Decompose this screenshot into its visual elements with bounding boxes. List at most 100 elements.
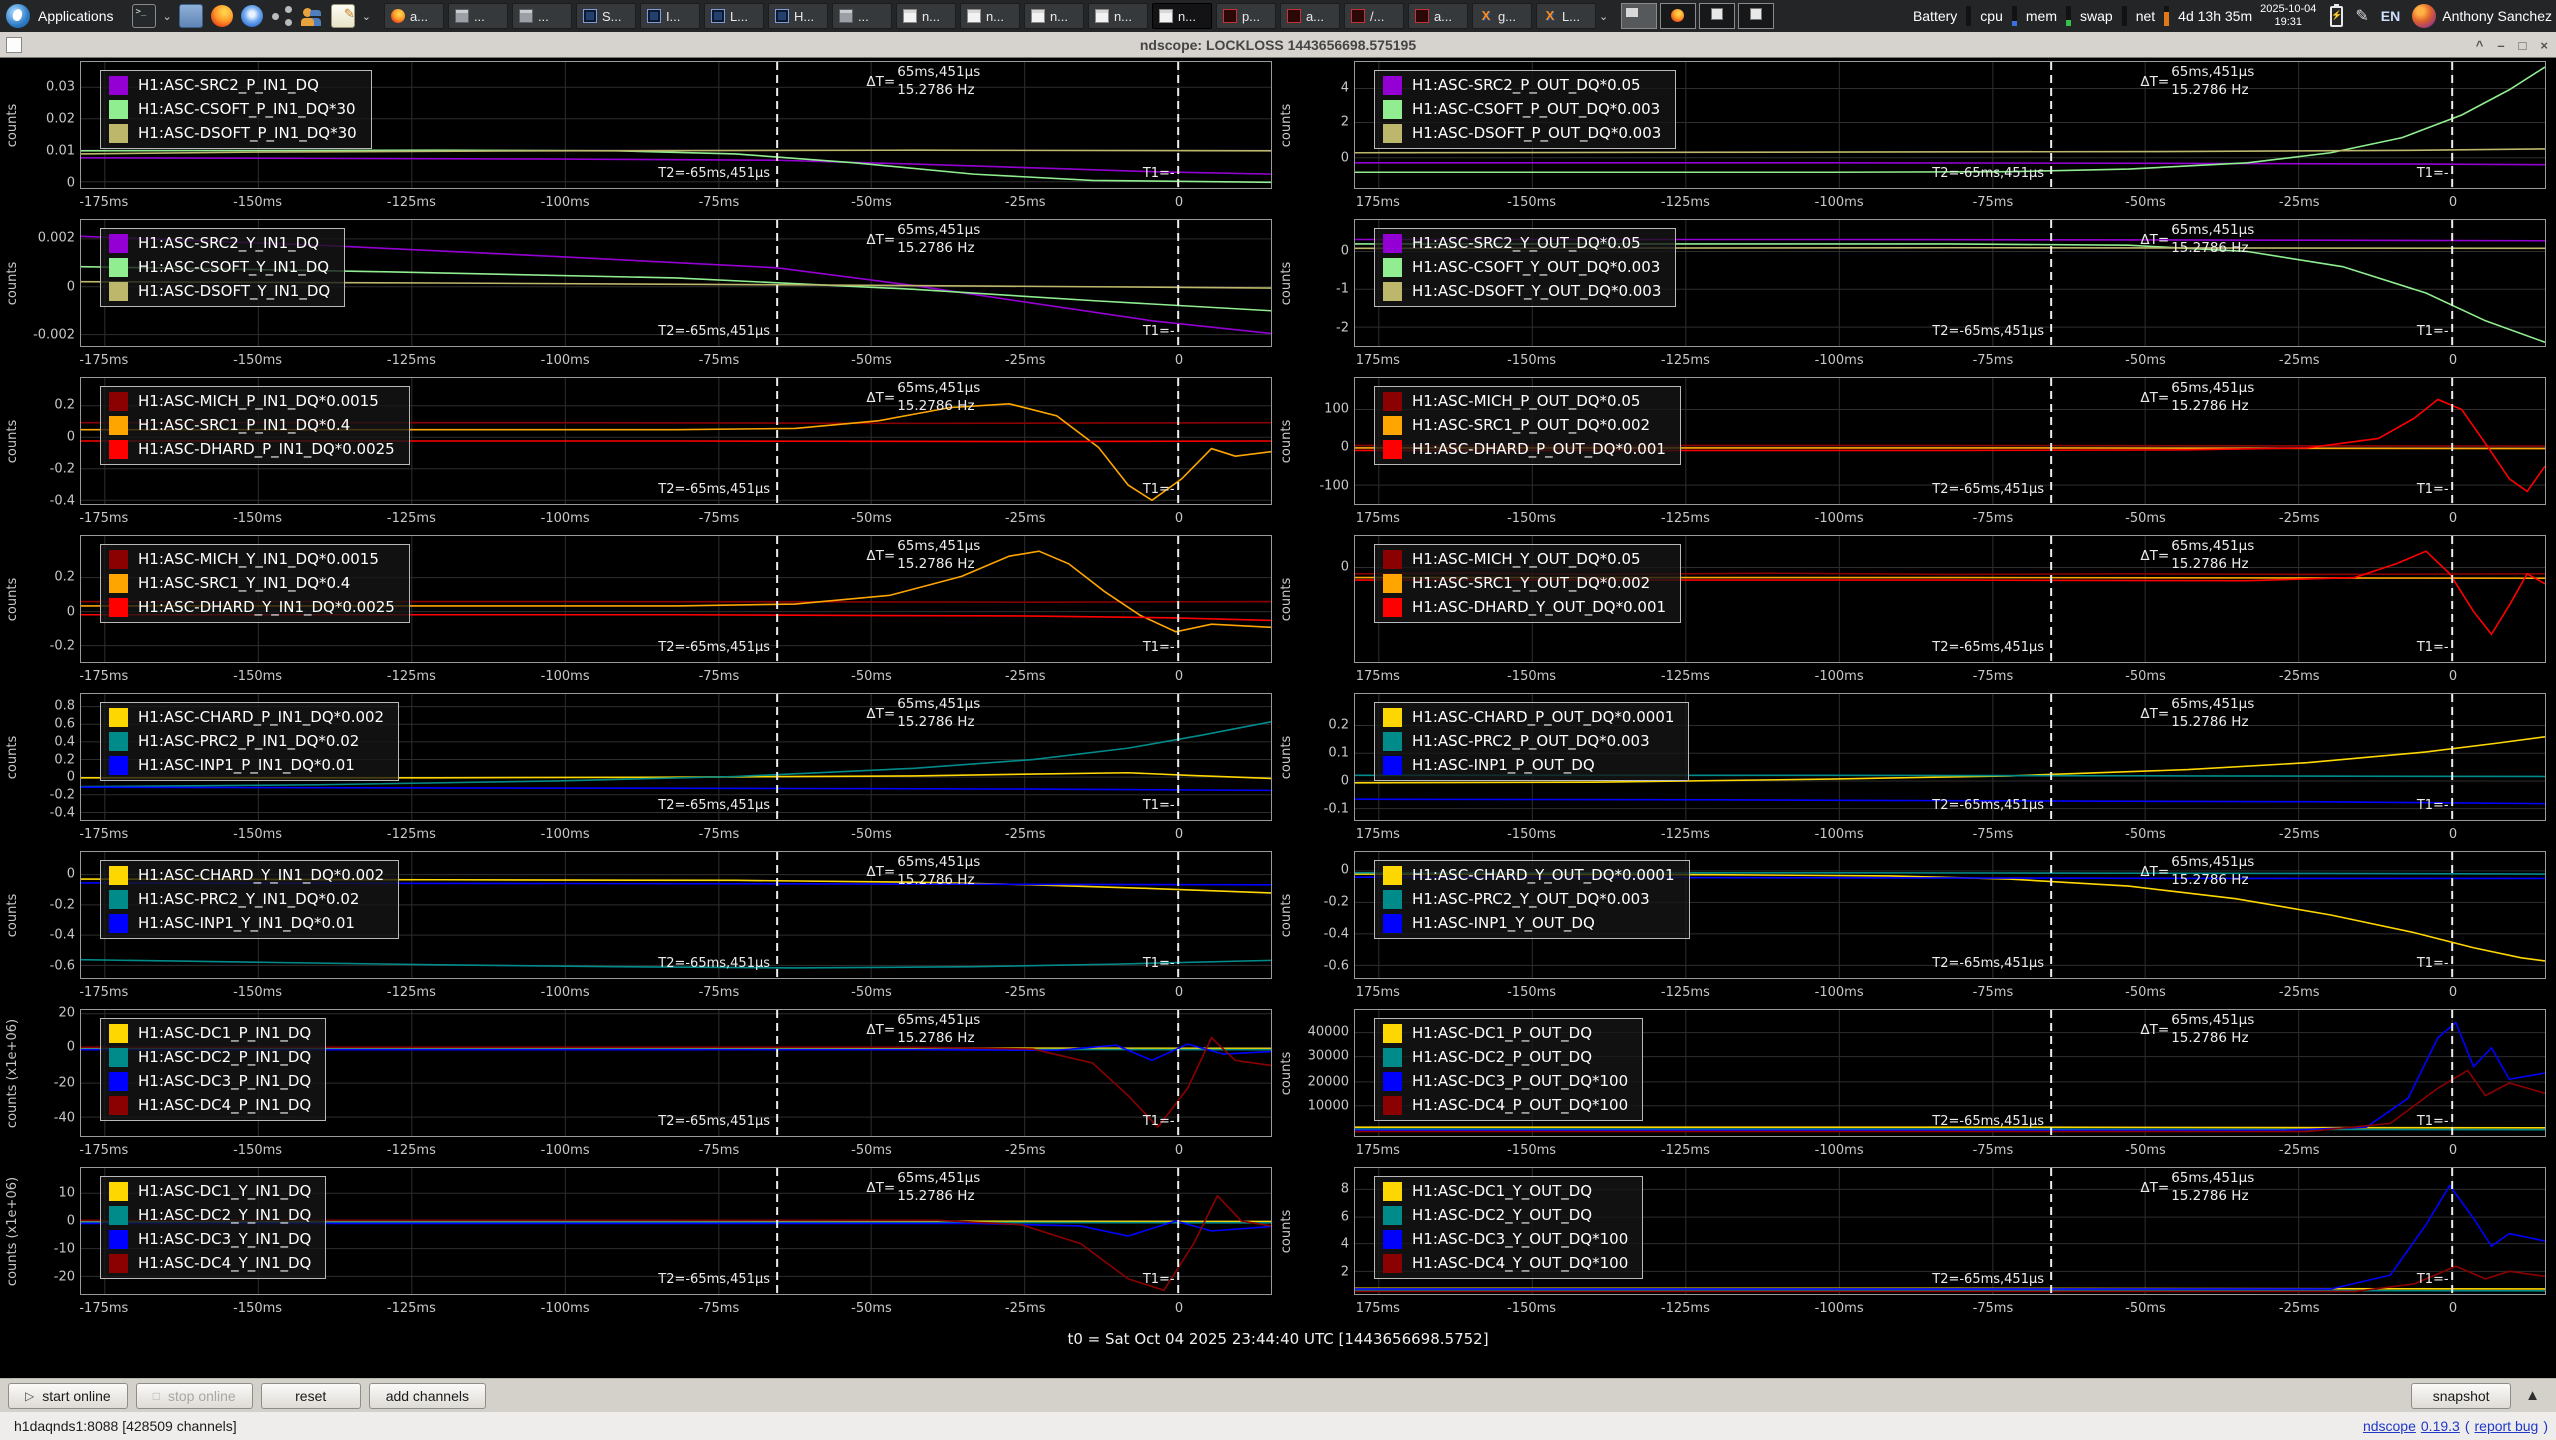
- legend-entry[interactable]: H1:ASC-DC1_P_OUT_DQ: [1383, 1023, 1628, 1043]
- plot-view[interactable]: H1:ASC-DC1_P_IN1_DQ H1:ASC-DC2_P_IN1_DQ H1…: [80, 1009, 1272, 1137]
- shade-button[interactable]: ^: [2476, 38, 2484, 53]
- close-button[interactable]: ×: [2540, 38, 2548, 53]
- plot-view[interactable]: H1:ASC-DC1_Y_IN1_DQ H1:ASC-DC2_Y_IN1_DQ H1…: [80, 1167, 1272, 1295]
- legend-entry[interactable]: H1:ASC-CSOFT_Y_OUT_DQ*0.003: [1383, 257, 1661, 277]
- legend-entry[interactable]: H1:ASC-DC3_Y_OUT_DQ*100: [1383, 1229, 1628, 1249]
- legend-entry[interactable]: H1:ASC-SRC1_P_OUT_DQ*0.002: [1383, 415, 1666, 435]
- legend-entry[interactable]: H1:ASC-DHARD_P_IN1_DQ*0.0025: [109, 439, 395, 459]
- plot-view[interactable]: H1:ASC-MICH_Y_OUT_DQ*0.05 H1:ASC-SRC1_Y_O…: [1354, 535, 2546, 663]
- legend-entry[interactable]: H1:ASC-DC4_P_IN1_DQ: [109, 1095, 311, 1115]
- legend-entry[interactable]: H1:ASC-INP1_P_IN1_DQ*0.01: [109, 755, 384, 775]
- legend-entry[interactable]: H1:ASC-DC2_Y_OUT_DQ: [1383, 1205, 1628, 1225]
- legend-entry[interactable]: H1:ASC-DC4_Y_OUT_DQ*100: [1383, 1253, 1628, 1273]
- user-avatar[interactable]: [2412, 4, 2437, 28]
- legend-entry[interactable]: H1:ASC-DC2_Y_IN1_DQ: [109, 1205, 311, 1225]
- snapshot-button[interactable]: snapshot: [2411, 1382, 2512, 1409]
- swap-label[interactable]: swap: [2080, 8, 2113, 24]
- legend-entry[interactable]: H1:ASC-SRC2_P_IN1_DQ: [109, 75, 357, 95]
- legend-entry[interactable]: H1:ASC-CHARD_P_IN1_DQ*0.002: [109, 707, 384, 727]
- taskbar-window-9[interactable]: n...: [895, 3, 956, 29]
- collapse-arrow-icon[interactable]: ▲: [2525, 1387, 2540, 1404]
- net-label[interactable]: net: [2136, 8, 2155, 24]
- legend-entry[interactable]: H1:ASC-SRC2_P_OUT_DQ*0.05: [1383, 75, 1661, 95]
- legend-entry[interactable]: H1:ASC-MICH_P_IN1_DQ*0.0015: [109, 391, 395, 411]
- keyboard-layout[interactable]: EN: [2381, 8, 2400, 24]
- legend-entry[interactable]: H1:ASC-CHARD_P_OUT_DQ*0.0001: [1383, 707, 1674, 727]
- plot-view[interactable]: H1:ASC-SRC2_P_IN1_DQ H1:ASC-CSOFT_P_IN1_D…: [80, 61, 1272, 189]
- legend-entry[interactable]: H1:ASC-SRC1_P_IN1_DQ*0.4: [109, 415, 395, 435]
- taskbar-window-14[interactable]: p...: [1215, 3, 1276, 29]
- legend-entry[interactable]: H1:ASC-DSOFT_P_OUT_DQ*0.003: [1383, 123, 1661, 143]
- battery-icon[interactable]: [2330, 3, 2344, 27]
- taskbar-window-10[interactable]: n...: [959, 3, 1020, 29]
- legend-entry[interactable]: H1:ASC-DHARD_Y_IN1_DQ*0.0025: [109, 597, 395, 617]
- firefox-icon[interactable]: [210, 5, 233, 27]
- legend-entry[interactable]: H1:ASC-PRC2_Y_IN1_DQ*0.02: [109, 889, 384, 909]
- legend-entry[interactable]: H1:ASC-PRC2_P_IN1_DQ*0.02: [109, 731, 384, 751]
- plot-view[interactable]: H1:ASC-SRC2_Y_OUT_DQ*0.05 H1:ASC-CSOFT_Y_…: [1354, 219, 2546, 347]
- taskbar-window-2[interactable]: ...: [447, 3, 508, 29]
- maximize-button[interactable]: □: [2519, 38, 2527, 53]
- legend-entry[interactable]: H1:ASC-DC1_P_IN1_DQ: [109, 1023, 311, 1043]
- version-link[interactable]: 0.19.3: [2421, 1418, 2460, 1434]
- legend-entry[interactable]: H1:ASC-SRC2_Y_OUT_DQ*0.05: [1383, 233, 1661, 253]
- ndscope-link[interactable]: ndscope: [2363, 1418, 2416, 1434]
- legend-entry[interactable]: H1:ASC-INP1_Y_OUT_DQ: [1383, 913, 1675, 933]
- legend-entry[interactable]: H1:ASC-DSOFT_Y_IN1_DQ: [109, 281, 330, 301]
- pen-icon[interactable]: ✎: [2355, 6, 2368, 26]
- legend-entry[interactable]: H1:ASC-INP1_Y_IN1_DQ*0.01: [109, 913, 384, 933]
- plot-view[interactable]: H1:ASC-CHARD_P_OUT_DQ*0.0001 H1:ASC-PRC2_…: [1354, 693, 2546, 821]
- notes-icon[interactable]: [330, 4, 355, 28]
- legend-entry[interactable]: H1:ASC-MICH_Y_IN1_DQ*0.0015: [109, 549, 395, 569]
- legend-entry[interactable]: H1:ASC-DHARD_P_OUT_DQ*0.001: [1383, 439, 1666, 459]
- report-bug-link[interactable]: report bug: [2475, 1418, 2539, 1434]
- taskbar-window-5[interactable]: I...: [639, 3, 700, 29]
- mem-label[interactable]: mem: [2026, 8, 2057, 24]
- minimize-button[interactable]: –: [2497, 38, 2504, 53]
- legend-entry[interactable]: H1:ASC-DC4_P_OUT_DQ*100: [1383, 1095, 1628, 1115]
- legend-entry[interactable]: H1:ASC-PRC2_Y_OUT_DQ*0.003: [1383, 889, 1675, 909]
- legend-entry[interactable]: H1:ASC-PRC2_P_OUT_DQ*0.003: [1383, 731, 1674, 751]
- plot-view[interactable]: H1:ASC-SRC2_Y_IN1_DQ H1:ASC-CSOFT_Y_IN1_D…: [80, 219, 1272, 347]
- legend-entry[interactable]: H1:ASC-SRC2_Y_IN1_DQ: [109, 233, 330, 253]
- legend-entry[interactable]: H1:ASC-CHARD_Y_IN1_DQ*0.002: [109, 865, 384, 885]
- cpu-label[interactable]: cpu: [1980, 8, 2003, 24]
- share-icon[interactable]: [271, 5, 293, 27]
- plot-view[interactable]: H1:ASC-CHARD_Y_OUT_DQ*0.0001 H1:ASC-PRC2_…: [1354, 851, 2546, 979]
- plot-view[interactable]: H1:ASC-MICH_P_IN1_DQ*0.0015 H1:ASC-SRC1_P…: [80, 377, 1272, 505]
- legend-entry[interactable]: H1:ASC-DC4_Y_IN1_DQ: [109, 1253, 311, 1273]
- taskbar-window-12[interactable]: n...: [1087, 3, 1148, 29]
- taskbar-window-15[interactable]: a...: [1279, 3, 1340, 29]
- legend-entry[interactable]: H1:ASC-INP1_P_OUT_DQ: [1383, 755, 1674, 775]
- plot-view[interactable]: H1:ASC-DC1_Y_OUT_DQ H1:ASC-DC2_Y_OUT_DQ H1…: [1354, 1167, 2546, 1295]
- start-online-button[interactable]: ▷ start online: [8, 1382, 128, 1409]
- taskbar-window-6[interactable]: L...: [703, 3, 764, 29]
- plot-view[interactable]: H1:ASC-SRC2_P_OUT_DQ*0.05 H1:ASC-CSOFT_P_…: [1354, 61, 2546, 189]
- plot-view[interactable]: H1:ASC-DC1_P_OUT_DQ H1:ASC-DC2_P_OUT_DQ H1…: [1354, 1009, 2546, 1137]
- file-manager-icon[interactable]: [178, 4, 203, 28]
- user-name[interactable]: Anthony Sanchez: [2442, 8, 2552, 24]
- applications-menu[interactable]: Applications: [38, 8, 114, 24]
- chromium-icon[interactable]: [240, 5, 263, 27]
- legend-entry[interactable]: H1:ASC-CHARD_Y_OUT_DQ*0.0001: [1383, 865, 1675, 885]
- taskbar-overflow-chevron[interactable]: ⌄: [1599, 10, 1608, 23]
- plot-view[interactable]: H1:ASC-CHARD_P_IN1_DQ*0.002 H1:ASC-PRC2_P…: [80, 693, 1272, 821]
- legend-entry[interactable]: H1:ASC-DC2_P_OUT_DQ: [1383, 1047, 1628, 1067]
- legend-entry[interactable]: H1:ASC-SRC1_Y_OUT_DQ*0.002: [1383, 573, 1666, 593]
- reset-button[interactable]: reset: [260, 1382, 361, 1409]
- workspace-2[interactable]: [1660, 3, 1697, 29]
- legend-entry[interactable]: H1:ASC-DC2_P_IN1_DQ: [109, 1047, 311, 1067]
- add-channels-button[interactable]: add channels: [368, 1382, 486, 1409]
- legend-entry[interactable]: H1:ASC-MICH_P_OUT_DQ*0.05: [1383, 391, 1666, 411]
- taskbar-window-13[interactable]: n...: [1151, 3, 1212, 29]
- contacts-icon[interactable]: [300, 5, 323, 27]
- taskbar-window-3[interactable]: ...: [511, 3, 572, 29]
- legend-entry[interactable]: H1:ASC-CSOFT_P_OUT_DQ*0.003: [1383, 99, 1661, 119]
- legend-entry[interactable]: H1:ASC-DSOFT_Y_OUT_DQ*0.003: [1383, 281, 1661, 301]
- applications-menu-icon[interactable]: [6, 4, 30, 28]
- plot-view[interactable]: H1:ASC-MICH_Y_IN1_DQ*0.0015 H1:ASC-SRC1_Y…: [80, 535, 1272, 663]
- taskbar-window-18[interactable]: Xg...: [1471, 3, 1532, 29]
- workspace-1[interactable]: [1621, 3, 1658, 29]
- plot-view[interactable]: H1:ASC-CHARD_Y_IN1_DQ*0.002 H1:ASC-PRC2_Y…: [80, 851, 1272, 979]
- taskbar-window-1[interactable]: a...: [383, 3, 444, 29]
